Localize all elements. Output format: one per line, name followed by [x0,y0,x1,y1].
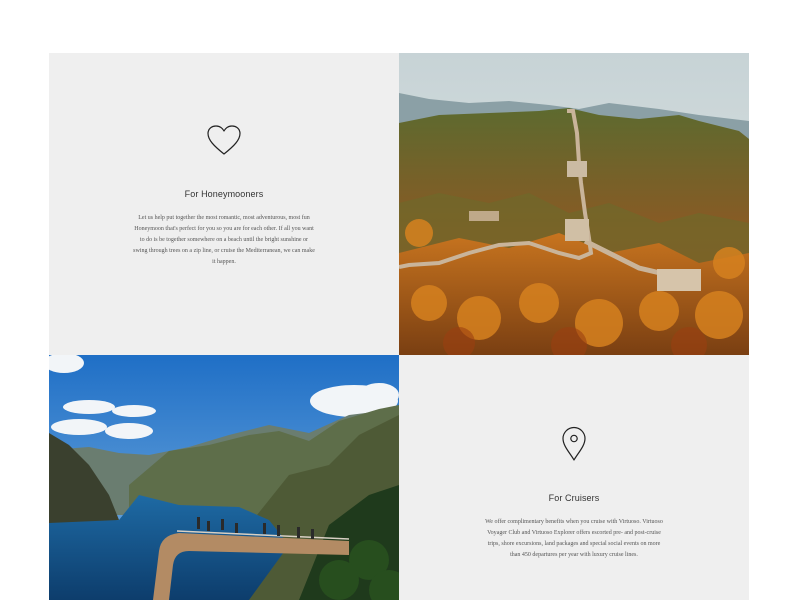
honeymooners-card: For Honeymooners Let us help put togethe… [49,53,399,355]
cruisers-description: We offer complimentary benefits when you… [485,519,663,558]
cruisers-card: For Cruisers We offer complimentary bene… [399,355,749,600]
honeymooners-title: For Honeymooners [184,189,264,199]
great-wall-photo [399,53,749,355]
honeymooners-description: Let us help put together the most romant… [133,215,315,265]
fjord-photo [49,355,399,600]
services-grid: For Honeymooners Let us help put togethe… [49,53,749,600]
map-pin-icon [561,426,587,467]
heart-icon [206,124,242,161]
cruisers-title: For Cruisers [548,493,600,503]
